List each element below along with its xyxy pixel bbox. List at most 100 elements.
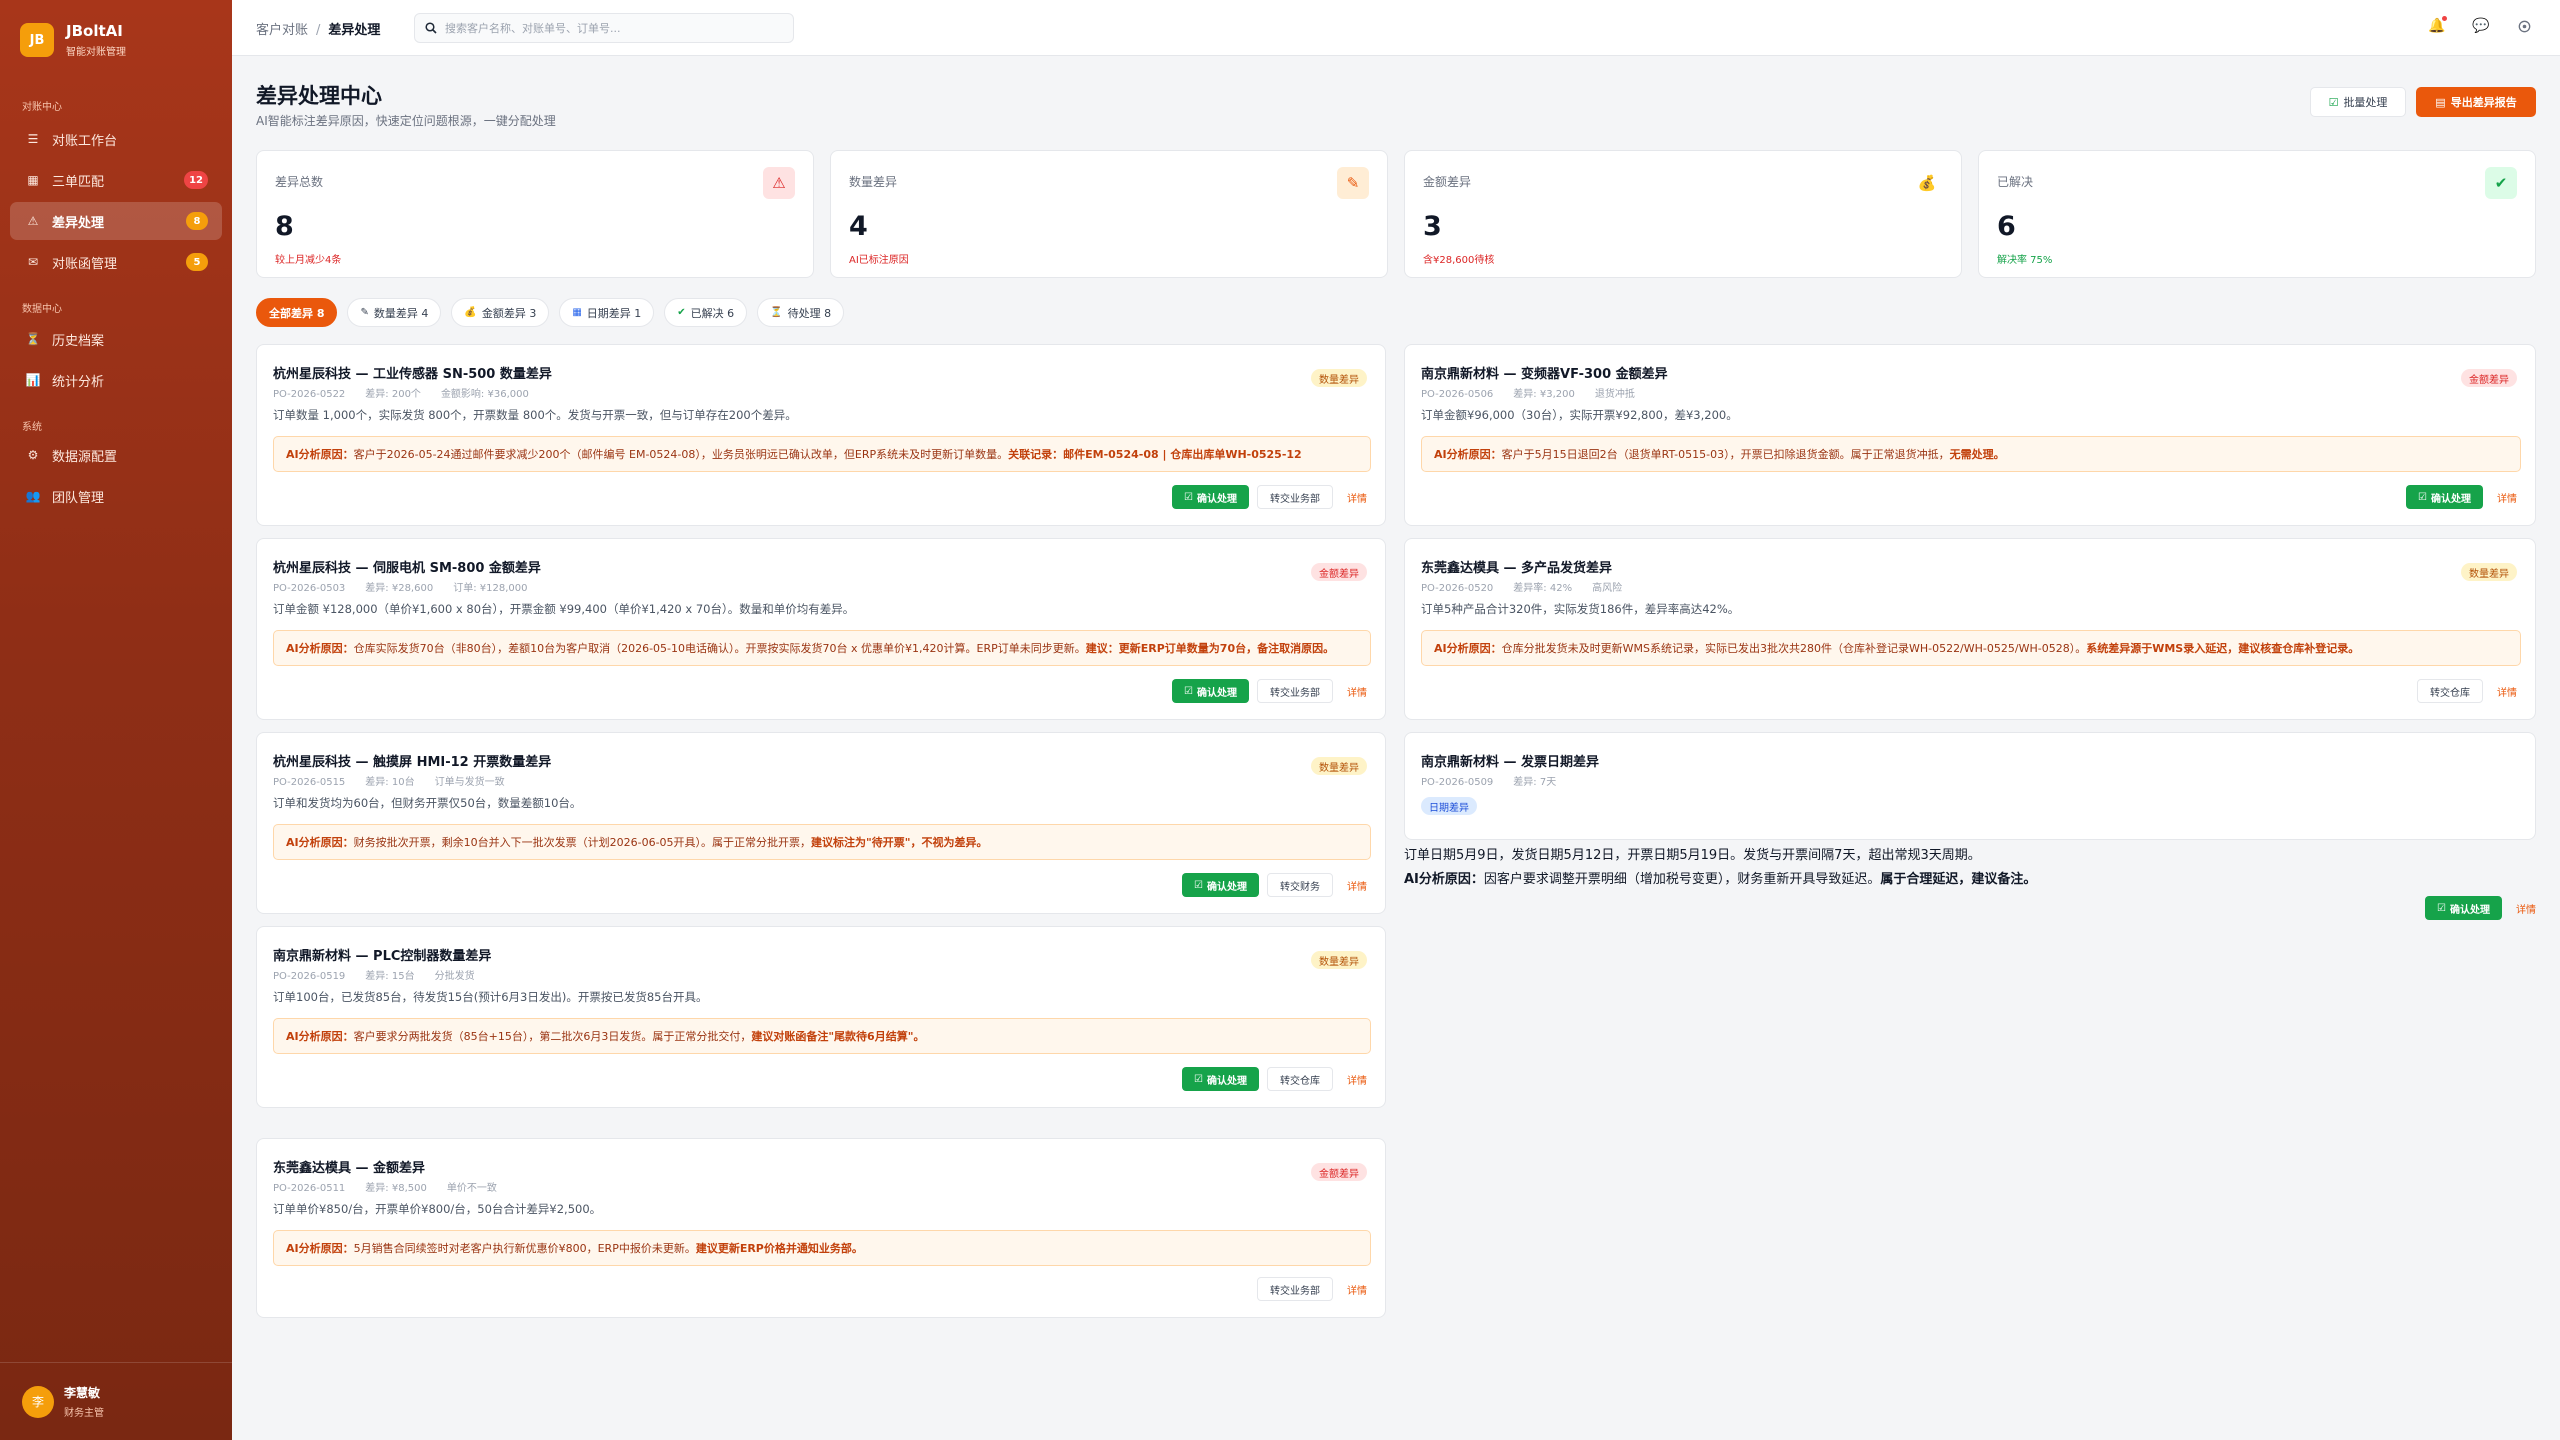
- detail-link[interactable]: 详情: [1347, 1072, 1367, 1087]
- detail-link[interactable]: 详情: [1347, 490, 1367, 505]
- detail-link[interactable]: 详情: [2497, 684, 2517, 699]
- user-role: 财务主管: [64, 1408, 104, 1419]
- filter-amount[interactable]: 💰 金额差异 3: [451, 298, 550, 327]
- notification-dot: [2442, 16, 2447, 21]
- discrepancy-card: 东莞鑫达模具 — 多产品发货差异 PO-2026-0520 差异率: 42% 高风险…: [1404, 538, 2536, 720]
- type-tag: 数量差异: [2461, 563, 2517, 581]
- ai-analysis: AI分析原因： 5月销售合同续签时对老客户执行新优惠价¥800，ERP中报价未更新…: [273, 1230, 1371, 1266]
- settings-icon[interactable]: [2518, 20, 2531, 33]
- nav-section-reconcile: 对账中心: [22, 102, 62, 113]
- batch-process-button[interactable]: ☑ 批量处理: [2310, 87, 2406, 117]
- page-title: 差异处理中心: [256, 84, 382, 108]
- filter-pending[interactable]: ⏳ 待处理 8: [757, 298, 845, 327]
- discrepancy-card: 杭州星辰科技 — 工业传感器 SN-500 数量差异 PO-2026-0522 差…: [256, 344, 1386, 526]
- ai-analysis: AI分析原因： 财务按批次开票，剩余10台并入下一批次发票（计划2026-06-0…: [273, 824, 1371, 860]
- detail-link[interactable]: 详情: [1347, 878, 1367, 893]
- mail-icon: ✉: [27, 255, 39, 269]
- discrepancy-card: 南京鼎新材料 — 变频器VF-300 金额差异 PO-2026-0506 差异: …: [1404, 344, 2536, 526]
- search-box[interactable]: [414, 13, 794, 43]
- forward-button[interactable]: 转交财务: [1267, 873, 1333, 897]
- breadcrumb-current: 差异处理: [328, 23, 381, 38]
- stat-card-quantity: 数量差异 4 AI已标注原因 ✎: [830, 150, 1388, 278]
- export-report-button[interactable]: ▤ 导出差异报告: [2416, 87, 2536, 117]
- filter-date[interactable]: ▦ 日期差异 1: [559, 298, 655, 327]
- ai-analysis: AI分析原因： 仓库实际发货70台（非80台），差额10台为客户取消（2026-0…: [273, 630, 1371, 666]
- type-tag: 数量差异: [1311, 369, 1367, 387]
- detail-link[interactable]: 详情: [1347, 684, 1367, 699]
- detail-link[interactable]: 详情: [1347, 1282, 1367, 1297]
- filter-chips: 全部差异 8 ✎ 数量差异 4 💰 金额差异 3 ▦ 日期差异 1 ✔ 已解决 6 ⏳ 待…: [256, 298, 854, 327]
- stat-card-total: 差异总数 8 较上月减少4条 ⚠: [256, 150, 814, 278]
- logo[interactable]: JB JBoltAI 智能对账管理: [20, 22, 126, 58]
- warning-icon: ⚠: [27, 214, 39, 228]
- date-discrepancy-desc: 订单日期5月9日，发货日期5月12日，开票日期5月19日。发货与开票间隔7天，超…: [1404, 848, 1981, 863]
- sidebar-item-statistics[interactable]: 📊 统计分析: [10, 361, 222, 399]
- page-subtitle: AI智能标注差异原因，快速定位问题根源，一键分配处理: [256, 114, 556, 128]
- check-icon: ☑: [2437, 902, 2446, 914]
- nav-section-data: 数据中心: [22, 304, 62, 315]
- user-profile[interactable]: 李 李慧敏 财务主管: [0, 1362, 232, 1440]
- hourglass-icon: ⏳: [25, 332, 41, 346]
- sidebar-item-workbench[interactable]: ☰ 对账工作台: [10, 120, 222, 158]
- checkbox-icon: ☑: [2328, 95, 2339, 109]
- stat-card-resolved: 已解决 6 解决率 75% ✔: [1978, 150, 2536, 278]
- forward-button[interactable]: 转交业务部: [1257, 485, 1333, 509]
- confirm-button[interactable]: ☑ 确认处理: [1172, 485, 1249, 509]
- check-icon: ✔: [677, 307, 686, 318]
- discrepancy-card: 杭州星辰科技 — 触摸屏 HMI-12 开票数量差异 PO-2026-0515 差…: [256, 732, 1386, 914]
- discrepancy-card: 杭州星辰科技 — 伺服电机 SM-800 金额差异 PO-2026-0503 差异…: [256, 538, 1386, 720]
- breadcrumb-root[interactable]: 客户对账: [256, 23, 308, 38]
- sidebar-item-history[interactable]: ⏳ 历史档案: [10, 320, 222, 358]
- check-icon: ☑: [1184, 491, 1193, 503]
- discrepancy-card: 南京鼎新材料 — 发票日期差异 PO-2026-0509 差异: 7天 日期差异: [1404, 732, 2536, 840]
- filter-all[interactable]: 全部差异 8: [256, 298, 338, 327]
- type-tag: 金额差异: [1311, 1163, 1367, 1181]
- search-icon: [425, 22, 437, 34]
- sidebar-item-three-way-match[interactable]: ▦ 三单匹配 12: [10, 161, 222, 199]
- filter-resolved[interactable]: ✔ 已解决 6: [664, 298, 748, 327]
- topbar: 客户对账/差异处理 🔔 💬: [232, 0, 2560, 56]
- check-icon: ✔: [2485, 167, 2517, 199]
- nav-section-system: 系统: [22, 422, 42, 433]
- forward-button[interactable]: 转交仓库: [1267, 1067, 1333, 1091]
- sidebar-item-letters[interactable]: ✉ 对账函管理 5: [10, 243, 222, 281]
- check-icon: ☑: [1194, 879, 1203, 891]
- ai-analysis: AI分析原因： 客户于2026-05-24通过邮件要求减少200个（邮件编号 EM…: [273, 436, 1371, 472]
- check-icon: ☑: [1184, 685, 1193, 697]
- sidebar-item-discrepancy[interactable]: ⚠ 差异处理 8: [10, 202, 222, 240]
- pencil-icon: ✎: [1337, 167, 1369, 199]
- forward-button[interactable]: 转交业务部: [1257, 679, 1333, 703]
- count-badge: 8: [186, 212, 208, 230]
- detail-link[interactable]: 详情: [2497, 490, 2517, 505]
- breadcrumb: 客户对账 / 差异处理: [256, 23, 381, 38]
- type-tag: 金额差异: [2461, 369, 2517, 387]
- date-discrepancy-ai: AI分析原因：因客户要求调整开票明细（增加税号变更），财务重新开具导致延迟。属于…: [1404, 872, 2037, 887]
- discrepancy-card: 南京鼎新材料 — PLC控制器数量差异 PO-2026-0519 差异: 15台分…: [256, 926, 1386, 1108]
- confirm-button[interactable]: ☑ 确认处理: [1182, 873, 1259, 897]
- team-icon: 👥: [25, 489, 41, 503]
- type-tag: 金额差异: [1311, 563, 1367, 581]
- calendar-icon: ▦: [572, 307, 582, 318]
- sidebar-item-team[interactable]: 👥 团队管理: [10, 477, 222, 515]
- list-icon: ☰: [27, 132, 39, 146]
- confirm-button[interactable]: ☑ 确认处理: [2425, 896, 2502, 920]
- message-icon[interactable]: 💬: [2472, 18, 2489, 34]
- app-subtitle: 智能对账管理: [66, 47, 126, 58]
- detail-link[interactable]: 详情: [2516, 901, 2536, 916]
- forward-button[interactable]: 转交仓库: [2417, 679, 2483, 703]
- logo-badge: JB: [20, 23, 54, 57]
- pencil-icon: ✎: [360, 307, 369, 318]
- confirm-button[interactable]: ☑ 确认处理: [1182, 1067, 1259, 1091]
- forward-button[interactable]: 转交业务部: [1257, 1277, 1333, 1301]
- sidebar: JB JBoltAI 智能对账管理 对账中心 ☰ 对账工作台 ▦ 三单匹配 12 ⚠ 差…: [0, 0, 232, 1440]
- count-badge: 12: [184, 171, 208, 189]
- sidebar-item-datasource[interactable]: ⚙ 数据源配置: [10, 436, 222, 474]
- app-name: JBoltAI: [66, 22, 123, 40]
- gear-icon: ⚙: [27, 448, 39, 462]
- search-input[interactable]: [445, 21, 765, 35]
- type-tag: 日期差异: [1421, 797, 1477, 815]
- type-tag: 数量差异: [1311, 757, 1367, 775]
- filter-quantity[interactable]: ✎ 数量差异 4: [347, 298, 442, 327]
- confirm-button[interactable]: ☑ 确认处理: [1172, 679, 1249, 703]
- confirm-button[interactable]: ☑ 确认处理: [2406, 485, 2483, 509]
